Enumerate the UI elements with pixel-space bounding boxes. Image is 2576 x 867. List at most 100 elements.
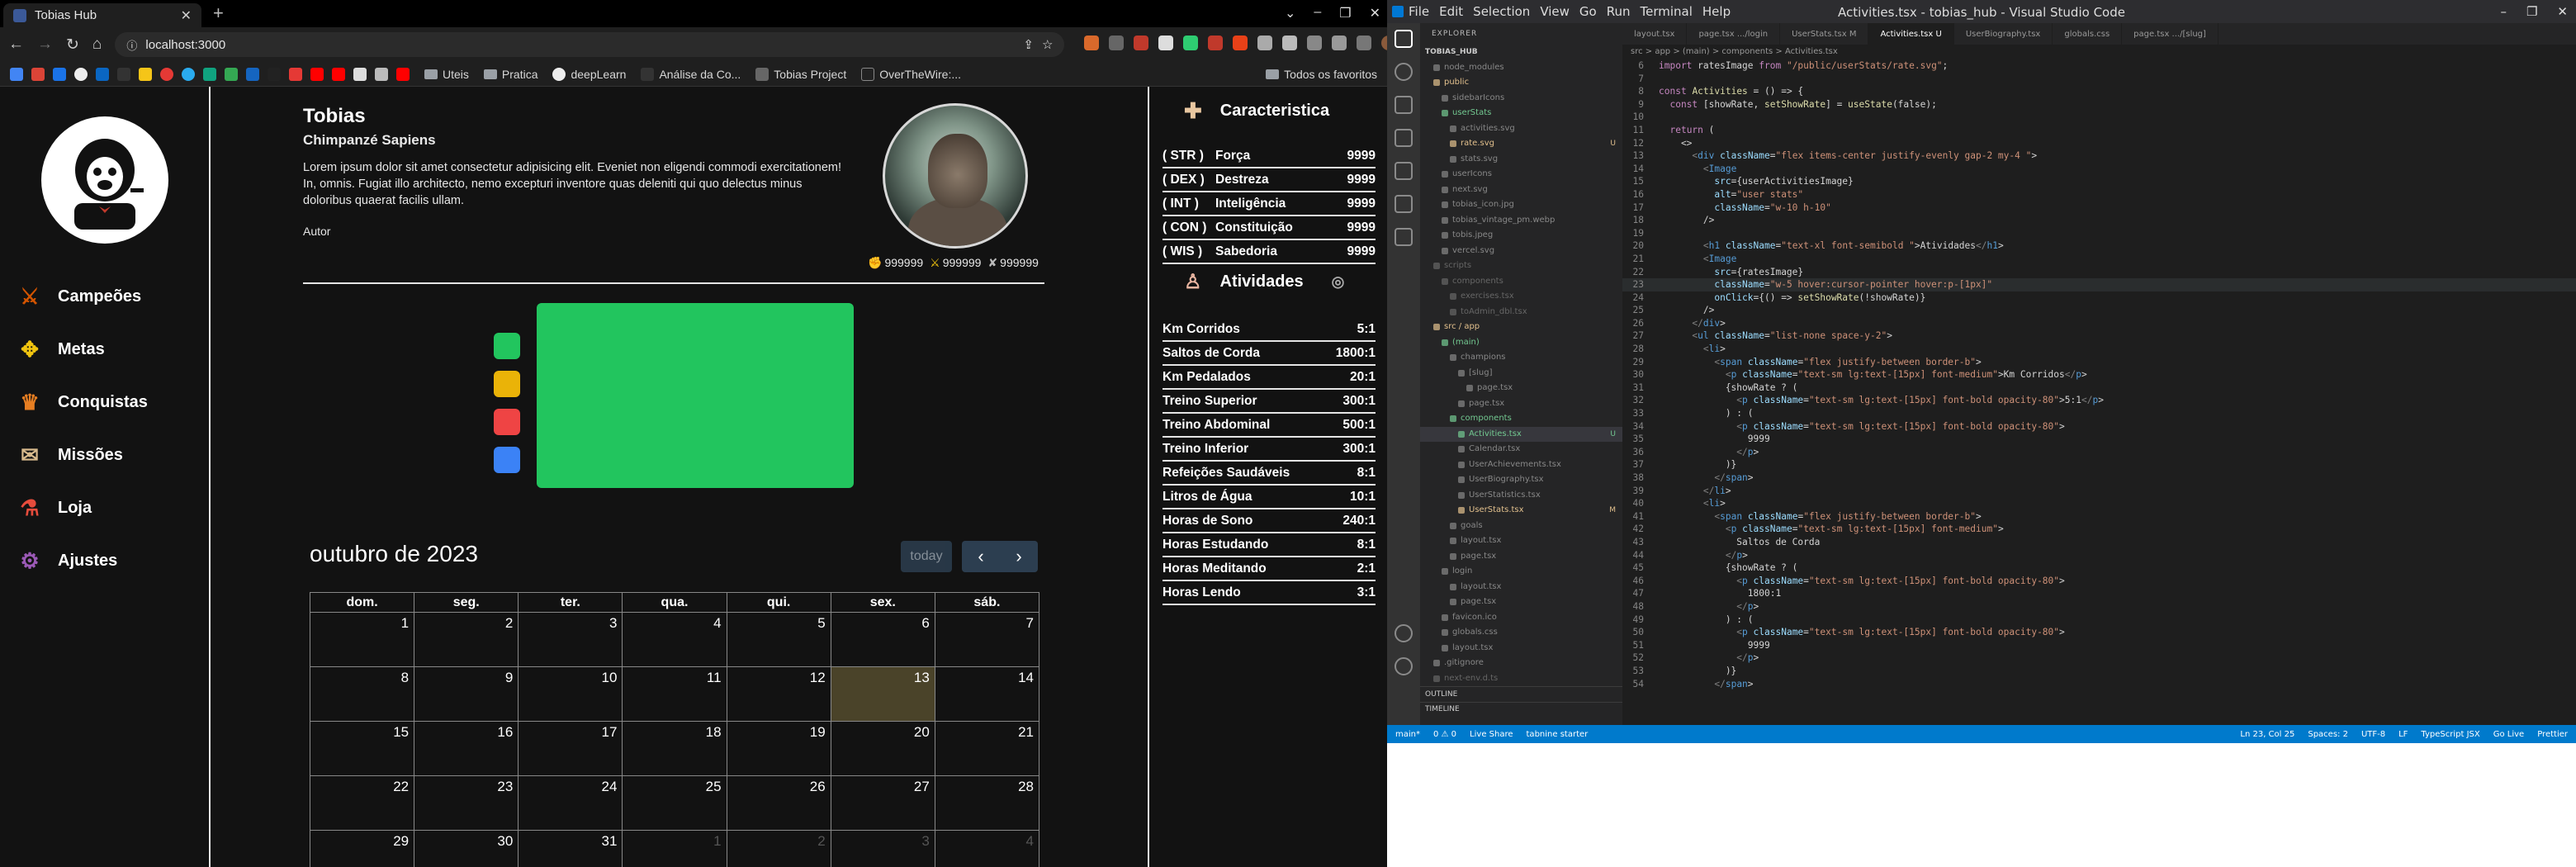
status-item[interactable]: main* xyxy=(1395,730,1420,739)
calendar-day-cell[interactable]: 4 xyxy=(622,612,727,667)
file-tree-item[interactable]: champions xyxy=(1420,350,1622,366)
file-tree-item[interactable]: userStats xyxy=(1420,106,1622,121)
calendar-day-cell[interactable]: 2 xyxy=(414,612,519,667)
close-icon[interactable]: ✕ xyxy=(1370,5,1380,21)
browser-tab[interactable]: Tobias Hub ✕ xyxy=(3,3,201,27)
menu-item[interactable]: Help xyxy=(1702,4,1731,19)
calendar-day-cell[interactable]: 24 xyxy=(518,775,623,831)
file-tree-item[interactable]: components xyxy=(1420,274,1622,290)
chevron-down-icon[interactable]: ⌄ xyxy=(1285,5,1295,21)
color-swatch-red[interactable] xyxy=(494,409,520,435)
extension-icon[interactable] xyxy=(1158,35,1174,50)
explorer-icon[interactable] xyxy=(1395,30,1413,48)
status-item[interactable]: Go Live xyxy=(2493,730,2524,739)
calendar-day-cell[interactable]: 25 xyxy=(622,775,727,831)
back-arrow-icon[interactable]: ← xyxy=(8,36,24,54)
extension-icon[interactable] xyxy=(1208,35,1224,50)
calendar-day-cell[interactable]: 28 xyxy=(934,775,1040,831)
extension-icon[interactable] xyxy=(1183,35,1199,50)
calendar-day-cell[interactable]: 21 xyxy=(934,721,1040,776)
calendar-day-cell[interactable]: 26 xyxy=(726,775,831,831)
file-tree-item[interactable]: UserBiography.tsx xyxy=(1420,472,1622,488)
minimize-icon[interactable]: – xyxy=(2500,4,2507,19)
menu-item[interactable]: Edit xyxy=(1439,4,1463,19)
sidebar-item-loja[interactable]: ⚗ Loja xyxy=(15,481,205,534)
color-swatch-green[interactable] xyxy=(494,333,520,359)
file-tree-item[interactable]: Activities.tsx U xyxy=(1420,426,1622,442)
editor-tab[interactable]: layout.tsx xyxy=(1622,23,1688,45)
breadcrumb[interactable]: src > app > (main) > components > Activi… xyxy=(1622,45,2576,59)
close-tab-icon[interactable]: ✕ xyxy=(181,7,192,24)
media-icon[interactable] xyxy=(1307,35,1323,50)
profile-avatar-icon[interactable] xyxy=(1381,35,1387,50)
restore-icon[interactable]: ❐ xyxy=(1339,5,1351,21)
editor-tab[interactable]: page.tsx .../login xyxy=(1687,23,1781,45)
status-item[interactable]: Prettier xyxy=(2537,730,2568,739)
star-icon[interactable]: ☆ xyxy=(1042,37,1053,52)
status-item[interactable]: UTF-8 xyxy=(2361,730,2385,739)
file-tree-item[interactable]: tobias_vintage_pm.webp xyxy=(1420,213,1622,229)
extension-icon[interactable] xyxy=(1257,35,1273,50)
calendar-day-cell[interactable]: 27 xyxy=(830,775,935,831)
linkedin-icon[interactable] xyxy=(96,67,109,81)
extensions-icon[interactable] xyxy=(1395,162,1413,180)
calendar-day-cell[interactable]: 18 xyxy=(622,721,727,776)
bookmark-icon[interactable] xyxy=(375,67,388,81)
file-tree-item[interactable]: toAdmin_dbl.tsx xyxy=(1420,305,1622,320)
youtube-icon[interactable] xyxy=(310,67,324,81)
calendar-day-cell[interactable]: 2 xyxy=(726,830,831,867)
calendar-day-cell[interactable]: 19 xyxy=(726,721,831,776)
calendar-day-cell[interactable]: 9 xyxy=(414,666,519,722)
calendar-day-cell[interactable]: 3 xyxy=(518,612,623,667)
bookmark-icon[interactable] xyxy=(353,67,367,81)
status-item[interactable]: tabnine starter xyxy=(1527,730,1589,739)
status-item[interactable]: Live Share xyxy=(1470,730,1513,739)
status-item[interactable]: TypeScript JSX xyxy=(2421,730,2479,739)
calendar-day-cell[interactable]: 29 xyxy=(309,830,415,867)
calendar-day-cell[interactable]: 8 xyxy=(309,666,415,722)
file-tree-item[interactable]: layout.tsx xyxy=(1420,580,1622,595)
status-item[interactable]: Spaces: 2 xyxy=(2308,730,2348,739)
file-tree-item[interactable]: [slug] xyxy=(1420,366,1622,381)
calendar-day-cell[interactable]: 5 xyxy=(726,612,831,667)
calendar-day-cell[interactable]: 3 xyxy=(830,830,935,867)
outline-section[interactable]: OUTLINE xyxy=(1420,686,1622,702)
calendar-day-cell[interactable]: 16 xyxy=(414,721,519,776)
next-month-button[interactable]: › xyxy=(1000,541,1038,572)
today-button[interactable]: today xyxy=(901,541,952,572)
bookmark-icon[interactable] xyxy=(10,67,23,81)
file-tree-item[interactable]: vercel.svg xyxy=(1420,244,1622,259)
code-view[interactable]: 6 import ratesImage from "/public/userSta… xyxy=(1622,59,2576,690)
menu-item[interactable]: File xyxy=(1409,4,1429,19)
calendar-day-cell[interactable]: 14 xyxy=(934,666,1040,722)
bookmark-icon[interactable] xyxy=(139,67,152,81)
extension-icon[interactable] xyxy=(1134,35,1149,50)
youtube-icon[interactable] xyxy=(332,67,345,81)
file-tree-item[interactable]: .gitignore xyxy=(1420,656,1622,671)
calendar-day-cell[interactable]: 12 xyxy=(726,666,831,722)
sidebar-item-metas[interactable]: ✥ Metas xyxy=(15,323,205,376)
file-tree-item[interactable]: page.tsx xyxy=(1420,549,1622,565)
menu-item[interactable]: View xyxy=(1540,4,1570,19)
calendar-day-cell[interactable]: 30 xyxy=(414,830,519,867)
calendar-day-cell[interactable]: 20 xyxy=(830,721,935,776)
bookmark-icon[interactable] xyxy=(53,67,66,81)
timeline-section[interactable]: TIMELINE xyxy=(1420,701,1622,718)
bookmark-icon[interactable] xyxy=(160,67,173,81)
puzzle-icon[interactable] xyxy=(1282,35,1298,50)
editor-tab[interactable]: UserStats.tsx M xyxy=(1780,23,1869,45)
calendar-day-cell[interactable]: 22 xyxy=(309,775,415,831)
calendar-day-cell[interactable]: 23 xyxy=(414,775,519,831)
logo[interactable] xyxy=(41,116,168,244)
file-tree-item[interactable]: page.tsx xyxy=(1420,396,1622,412)
file-tree-item[interactable]: tobias_icon.jpg xyxy=(1420,197,1622,213)
gmail-icon[interactable] xyxy=(31,67,45,81)
bookmark-icon[interactable] xyxy=(268,67,281,81)
file-tree-item[interactable]: userIcons xyxy=(1420,167,1622,182)
menu-item[interactable]: Selection xyxy=(1473,4,1530,19)
file-tree-item[interactable]: rate.svg U xyxy=(1420,136,1622,152)
file-tree-item[interactable]: public xyxy=(1420,75,1622,91)
file-tree-item[interactable]: tobis.jpeg xyxy=(1420,228,1622,244)
close-icon[interactable]: ✕ xyxy=(2557,4,2568,19)
menu-item[interactable]: Go xyxy=(1579,4,1597,19)
